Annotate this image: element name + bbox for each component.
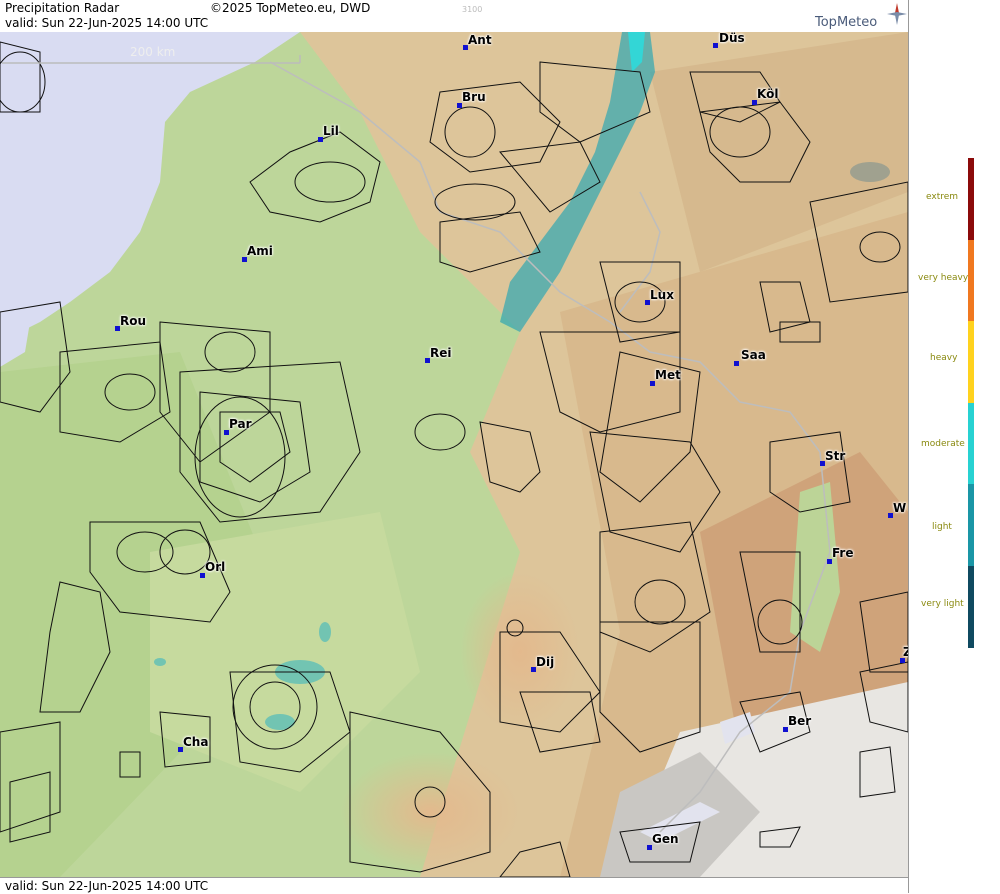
city-label: Lil [323,124,339,138]
city-label: Str [825,449,846,463]
logo-text: TopMeteo [815,15,878,30]
city-label: Rei [430,346,452,360]
city-label: Dij [536,655,555,669]
city-label: Par [229,417,252,431]
legend-swatch-very-light [968,566,974,648]
compass-icon [887,3,907,25]
legend-label: heavy [930,353,958,363]
map-code: 3100 [462,5,483,14]
radar-map[interactable]: 200 km [0,32,908,877]
legend-swatch-very-heavy [968,240,974,321]
city-label: Bru [462,90,486,104]
scale-bar-label: 200 km [130,45,176,59]
city-label: Lux [650,288,674,302]
city-label: Cha [183,735,209,749]
legend-label: extrem [926,192,959,202]
legend-swatch-heavy [968,321,974,403]
city-label: Saa [741,348,766,362]
city-dot [713,43,718,48]
legend-label: very light [921,599,964,609]
topmeteo-logo: TopMeteo [815,3,907,31]
city-label: Met [655,368,681,382]
city-dot [734,361,739,366]
city-label: Düs [719,31,745,45]
city-label: Orl [205,560,226,574]
city-label: Ant [468,33,492,47]
legend-swatch-extrem [968,158,974,240]
legend-label: very heavy [918,273,969,283]
legend-swatch-moderate [968,403,974,484]
city-label: Ami [247,244,273,258]
city-label: Ber [788,714,812,728]
copyright-text: ©2025 TopMeteo.eu, DWD [210,1,371,15]
footer-valid-time: valid: Sun 22-Jun-2025 14:00 UTC [5,879,209,893]
city-label: Fre [832,546,854,560]
legend-label: moderate [921,439,965,449]
legend-swatch-light [968,484,974,566]
footer-bar: valid: Sun 22-Jun-2025 14:00 UTC [0,877,908,894]
legend-label: light [932,522,952,532]
header-bar: Precipitation Radar ©2025 TopMeteo.eu, D… [0,0,908,33]
map-title: Precipitation Radar [5,1,120,15]
valid-time: valid: Sun 22-Jun-2025 14:00 UTC [5,16,209,30]
legend-color-bar [968,158,974,648]
city-label: W [893,501,907,515]
city-label: Köl [757,87,779,101]
city-label: Rou [120,314,147,328]
city-label: Gen [652,832,679,846]
map-canvas [0,32,908,877]
